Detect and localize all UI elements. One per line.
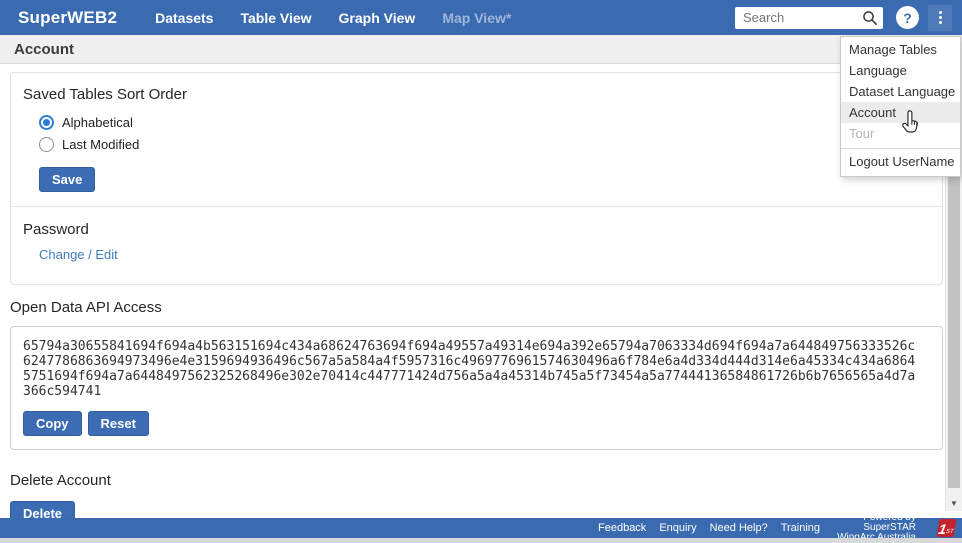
- radio-option-alphabetical[interactable]: Alphabetical: [39, 115, 930, 130]
- radio-icon[interactable]: [39, 115, 54, 130]
- nav-item-map-view: Map View*: [442, 10, 511, 26]
- page-title: Account: [0, 35, 962, 64]
- api-key-text: 65794a30655841694f694a4b563151694c434a68…: [23, 339, 917, 399]
- footer-link-enquiry[interactable]: Enquiry: [659, 522, 696, 534]
- sort-order-section: Saved Tables Sort Order Alphabetical Las…: [11, 73, 942, 206]
- menu-item-account[interactable]: Account: [841, 102, 960, 123]
- menu-item-manage-tables[interactable]: Manage Tables: [841, 39, 960, 60]
- api-key-actions: Copy Reset: [23, 411, 930, 436]
- password-section: Password Change / Edit: [11, 206, 942, 284]
- radio-option-last-modified[interactable]: Last Modified: [39, 137, 930, 152]
- api-key-panel: 65794a30655841694f694a4b563151694c434a68…: [10, 326, 943, 450]
- radio-icon[interactable]: [39, 137, 54, 152]
- delete-account-heading: Delete Account: [10, 472, 943, 489]
- search-icon[interactable]: [862, 10, 878, 26]
- footer-bar: FeedbackEnquiryNeed Help?Training Powere…: [0, 518, 962, 538]
- help-icon[interactable]: ?: [896, 6, 919, 29]
- search-input[interactable]: [735, 7, 883, 29]
- password-heading: Password: [23, 221, 930, 238]
- scrollbar-down-arrow-icon[interactable]: ▼: [946, 499, 962, 508]
- footer-link-need-help[interactable]: Need Help?: [710, 522, 768, 534]
- user-dropdown-menu: Manage TablesLanguageDataset LanguageAcc…: [840, 36, 961, 177]
- menu-item-dataset-language[interactable]: Dataset Language: [841, 81, 960, 102]
- main-nav: Datasets Table View Graph View Map View*: [155, 10, 511, 26]
- nav-item-datasets[interactable]: Datasets: [155, 10, 213, 26]
- menu-item-language[interactable]: Language: [841, 60, 960, 81]
- nav-item-table-view[interactable]: Table View: [240, 10, 311, 26]
- save-button[interactable]: Save: [39, 167, 95, 192]
- change-password-link[interactable]: Change / Edit: [39, 247, 118, 262]
- search-box: [735, 7, 883, 29]
- footer-links: Feedback Enquiry Need Help? Training: [598, 522, 820, 534]
- copy-button[interactable]: Copy: [23, 411, 82, 436]
- footer-link-training[interactable]: Training: [781, 522, 820, 534]
- app-logo[interactable]: SuperWEB2: [18, 8, 117, 28]
- menu-item-tour: Tour: [841, 123, 960, 144]
- kebab-menu-icon[interactable]: [928, 5, 952, 31]
- sort-order-options: Alphabetical Last Modified: [23, 115, 930, 152]
- footer-link-feedback[interactable]: Feedback: [598, 522, 646, 534]
- reset-button[interactable]: Reset: [88, 411, 149, 436]
- radio-label: Last Modified: [62, 137, 139, 152]
- horizontal-scrollbar-track[interactable]: [0, 538, 962, 543]
- top-navbar: SuperWEB2 Datasets Table View Graph View Ma…: [0, 0, 962, 35]
- settings-panel: Saved Tables Sort Order Alphabetical Las…: [10, 72, 943, 285]
- sort-order-heading: Saved Tables Sort Order: [23, 86, 930, 103]
- account-content: Saved Tables Sort Order Alphabetical Las…: [0, 64, 962, 541]
- api-access-heading: Open Data API Access: [10, 299, 943, 316]
- nav-item-graph-view[interactable]: Graph View: [339, 10, 416, 26]
- wingarc-1st-logo: 1ST: [936, 519, 956, 537]
- radio-label: Alphabetical: [62, 115, 133, 130]
- menu-item-logout[interactable]: Logout UserName: [841, 148, 960, 173]
